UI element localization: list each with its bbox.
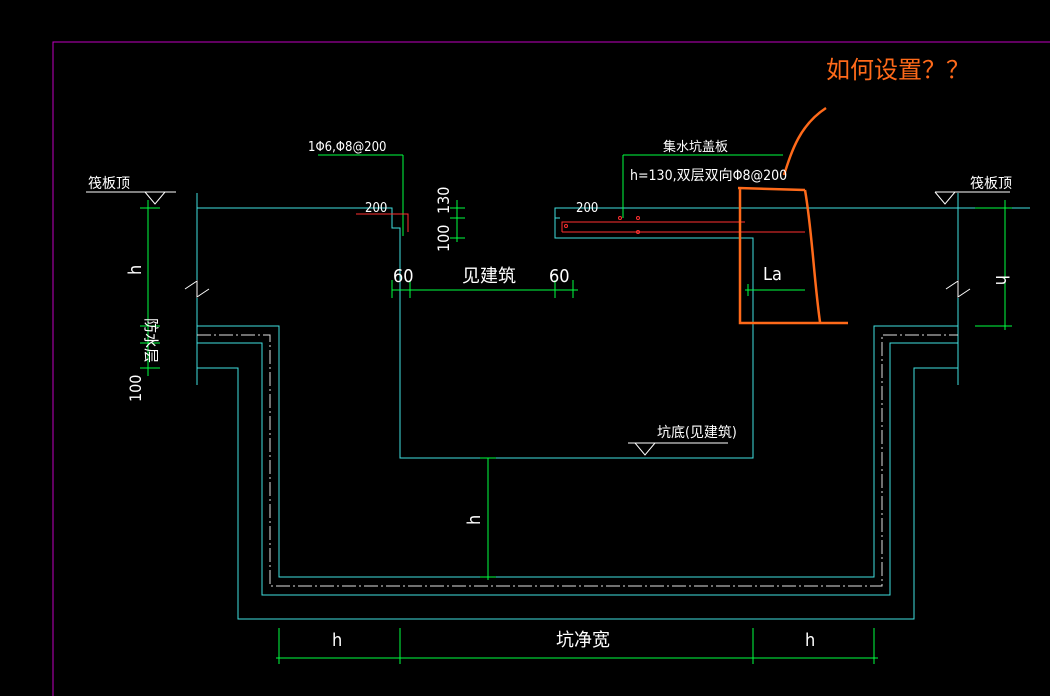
question-annotation: 如何设置？？ (826, 56, 970, 84)
dim-200-right: 200 (576, 201, 598, 216)
dim-60-left: 60 (393, 266, 414, 287)
raft-top-label-left: 筏板顶 (88, 175, 130, 192)
dim-la: La (763, 264, 782, 285)
raft-top-label-right: 筏板顶 (970, 175, 1012, 192)
dim-60-right: 60 (549, 266, 570, 287)
dim-100-top: 100 (434, 225, 453, 252)
rebar-left-label: 1Φ6,Φ8@200 (308, 140, 386, 155)
cover-spec-label: h=130,双层双向Φ8@200 (630, 168, 787, 184)
see-architecture-label: 见建筑 (462, 266, 516, 287)
dim-h-left: h (125, 265, 146, 275)
dim-100-left: 100 (126, 375, 145, 402)
cover-title-label: 集水坑盖板 (663, 139, 728, 155)
waterproof-layer-label: 防水层 (142, 318, 160, 363)
dim-h-bottom-left: h (332, 630, 342, 651)
dim-h-center: h (464, 515, 485, 525)
pit-bottom-label: 坑底(见建筑) (657, 425, 737, 441)
cad-drawing: 筏板顶 筏板顶 1Φ6,Φ8@200 集水坑盖板 h=130,双层双向Φ8@20… (0, 0, 1050, 696)
net-width-label: 坑净宽 (556, 630, 610, 651)
dim-h-right: h (991, 275, 1012, 285)
dim-200-left: 200 (365, 201, 387, 216)
dim-h-bottom-right: h (805, 630, 815, 651)
dim-130: 130 (434, 187, 453, 214)
